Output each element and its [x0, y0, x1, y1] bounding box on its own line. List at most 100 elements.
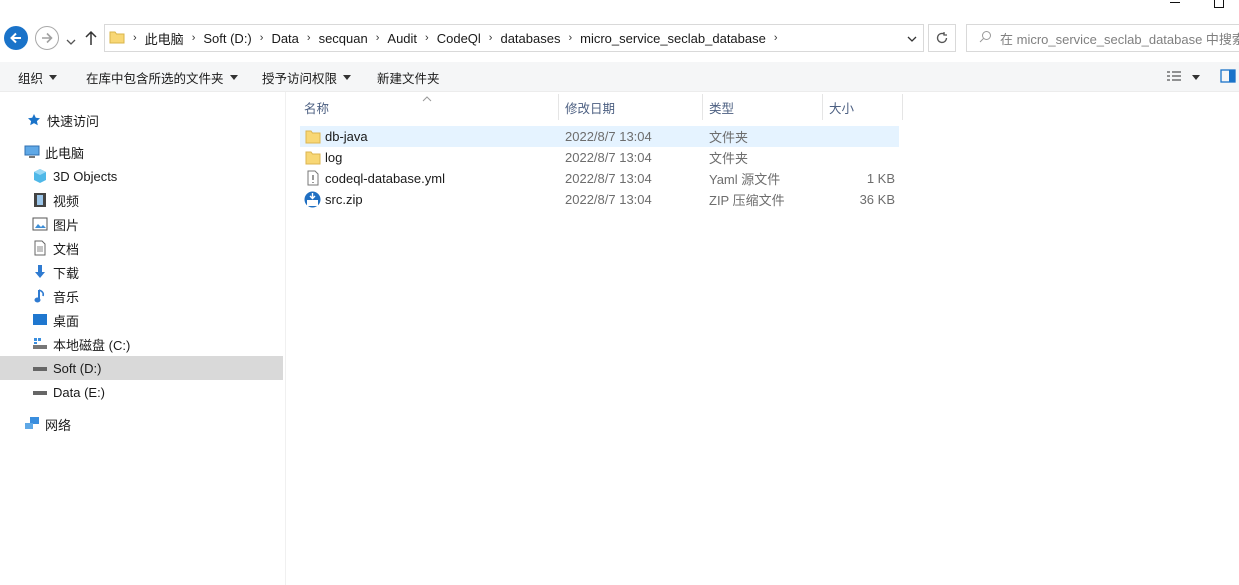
breadcrumb-item[interactable]: Data	[265, 31, 304, 46]
drive-icon	[32, 384, 48, 400]
breadcrumb-item[interactable]: CodeQl	[431, 31, 487, 46]
breadcrumb-item[interactable]: Audit	[381, 31, 423, 46]
nav-this-pc[interactable]: 此电脑	[0, 140, 283, 164]
column-divider[interactable]	[822, 94, 823, 120]
minimize-icon[interactable]	[1170, 2, 1180, 3]
network-icon	[24, 416, 40, 432]
nav-label: 桌面	[53, 313, 80, 329]
nav-label: 本地磁盘 (C:)	[53, 337, 131, 353]
forward-arrow-icon	[35, 26, 59, 50]
chevron-right-icon[interactable]: ›	[772, 32, 780, 44]
drive-icon	[32, 360, 48, 376]
preview-pane-icon	[1220, 68, 1236, 86]
pane-divider[interactable]	[285, 92, 286, 585]
column-divider[interactable]	[558, 94, 559, 120]
chevron-right-icon[interactable]: ›	[305, 32, 313, 44]
nav-label: 下载	[53, 265, 80, 281]
recent-locations-chevron-icon[interactable]	[66, 34, 76, 49]
breadcrumb-item[interactable]: Soft (D:)	[197, 31, 257, 46]
nav-pictures[interactable]: 图片	[0, 212, 283, 236]
nav-downloads[interactable]: 下载	[0, 260, 283, 284]
include-in-library-menu[interactable]: 在库中包含所选的文件夹	[86, 62, 238, 92]
file-type: 文件夹	[709, 130, 749, 145]
system-drive-icon	[32, 336, 48, 352]
breadcrumb-item[interactable]: 此电脑	[139, 29, 190, 48]
music-note-icon	[32, 288, 48, 304]
include-library-label: 在库中包含所选的文件夹	[86, 71, 224, 86]
column-header-type[interactable]: 类型	[709, 94, 734, 120]
column-label: 修改日期	[565, 101, 616, 116]
caret-down-icon	[229, 74, 238, 80]
details-view-icon	[1166, 70, 1182, 85]
chevron-right-icon[interactable]: ›	[566, 32, 574, 44]
forward-button[interactable]	[33, 24, 61, 52]
chevron-right-icon[interactable]: ›	[190, 32, 198, 44]
back-button[interactable]	[2, 24, 30, 52]
column-header-name[interactable]: 名称	[304, 94, 329, 120]
share-label: 授予访问权限	[262, 71, 338, 86]
nav-network[interactable]: 网络	[0, 412, 283, 436]
chevron-right-icon[interactable]: ›	[258, 32, 266, 44]
caret-down-icon	[1192, 74, 1200, 80]
nav-label: 音乐	[53, 289, 80, 305]
file-modified: 2022/8/7 13:04	[565, 171, 652, 186]
breadcrumb-item[interactable]: databases	[494, 31, 566, 46]
file-row[interactable]: log 2022/8/7 13:04 文件夹	[300, 147, 899, 168]
new-folder-button[interactable]: 新建文件夹	[377, 62, 440, 92]
maximize-icon[interactable]	[1214, 0, 1224, 8]
refresh-button[interactable]	[928, 24, 956, 52]
nav-videos[interactable]: 视频	[0, 188, 283, 212]
chevron-right-icon[interactable]: ›	[487, 32, 495, 44]
search-icon	[979, 30, 992, 46]
yaml-file-icon	[307, 170, 319, 189]
new-folder-label: 新建文件夹	[377, 71, 440, 86]
view-options-menu[interactable]	[1166, 62, 1200, 92]
breadcrumb-item[interactable]: micro_service_seclab_database	[574, 31, 772, 46]
column-label: 类型	[709, 101, 735, 116]
nav-documents[interactable]: 文档	[0, 236, 283, 260]
breadcrumb: › 此电脑 › Soft (D:) › Data › secquan › Aud…	[105, 25, 907, 51]
file-row[interactable]: src.zip 2022/8/7 13:04 ZIP 压缩文件 36 KB	[300, 189, 899, 210]
nav-label: 图片	[53, 217, 80, 233]
zip-file-icon	[304, 191, 321, 211]
nav-quick-access[interactable]: 快速访问	[0, 108, 283, 132]
column-header-modified[interactable]: 修改日期	[565, 94, 615, 120]
file-modified: 2022/8/7 13:04	[565, 150, 652, 165]
preview-pane-button[interactable]	[1220, 62, 1236, 92]
file-row[interactable]: db-java 2022/8/7 13:04 文件夹	[300, 126, 899, 147]
chevron-right-icon[interactable]: ›	[423, 32, 431, 44]
column-label: 名称	[304, 101, 330, 116]
up-arrow-icon[interactable]	[84, 30, 98, 49]
file-name: db-java	[325, 129, 368, 144]
nav-data-e[interactable]: Data (E:)	[0, 380, 283, 404]
share-with-menu[interactable]: 授予访问权限	[262, 62, 352, 92]
chevron-right-icon[interactable]: ›	[374, 32, 382, 44]
file-row[interactable]: codeql-database.yml 2022/8/7 13:04 Yaml …	[300, 168, 899, 189]
nav-soft-d[interactable]: Soft (D:)	[0, 356, 283, 380]
refresh-icon	[936, 32, 948, 44]
nav-desktop[interactable]: 桌面	[0, 308, 283, 332]
search-input[interactable]: 在 micro_service_seclab_database 中搜索	[966, 24, 1239, 52]
column-divider[interactable]	[702, 94, 703, 120]
nav-label: 视频	[53, 193, 80, 209]
back-arrow-icon	[4, 26, 28, 50]
nav-local-disk-c[interactable]: 本地磁盘 (C:)	[0, 332, 283, 356]
column-label: 大小	[829, 101, 855, 116]
organize-menu[interactable]: 组织	[18, 62, 58, 92]
computer-icon	[24, 144, 40, 160]
chevron-right-icon[interactable]: ›	[131, 32, 139, 44]
address-history-chevron-icon[interactable]	[907, 31, 917, 46]
column-divider[interactable]	[902, 94, 903, 120]
nav-label: 此电脑	[45, 145, 85, 161]
nav-3d-objects[interactable]: 3D Objects	[0, 164, 283, 188]
nav-label: 网络	[45, 417, 72, 433]
address-bar[interactable]: › 此电脑 › Soft (D:) › Data › secquan › Aud…	[104, 24, 924, 52]
column-header-size[interactable]: 大小	[829, 94, 854, 120]
nav-label: 3D Objects	[53, 168, 118, 184]
caret-down-icon	[343, 74, 352, 80]
breadcrumb-item[interactable]: secquan	[313, 31, 374, 46]
folder-icon	[109, 29, 125, 48]
folder-icon	[305, 129, 321, 147]
folder-icon	[305, 150, 321, 168]
nav-music[interactable]: 音乐	[0, 284, 283, 308]
